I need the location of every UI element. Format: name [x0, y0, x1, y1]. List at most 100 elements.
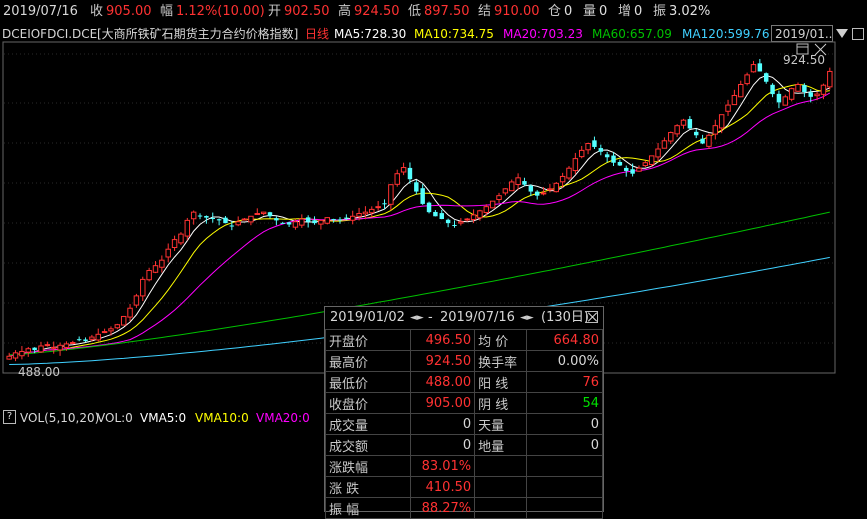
candle-up — [89, 336, 95, 340]
candle-up — [547, 188, 553, 191]
candle-up — [788, 88, 795, 100]
candle-up — [57, 344, 63, 351]
candle-up — [178, 233, 184, 244]
candle-up — [101, 331, 108, 334]
candle-up — [578, 149, 585, 158]
candle-up — [642, 162, 649, 167]
candle-up — [369, 208, 375, 214]
oi-label: 仓 — [548, 4, 562, 19]
stats-header: 2019/01/02 ◄► - 2019/07/16 ◄► (130日) — [325, 307, 603, 330]
candle-up — [120, 315, 127, 326]
candle-up — [706, 134, 712, 147]
candle-up — [171, 239, 178, 249]
candle-down — [223, 217, 228, 224]
stats-row: 涨 跌 410.50 — [324, 476, 604, 498]
candle-down — [210, 217, 215, 220]
candle-down — [229, 225, 235, 227]
candle-up — [483, 206, 490, 213]
candle-down — [630, 169, 635, 174]
candle-down — [433, 211, 438, 217]
candle-up — [165, 248, 171, 258]
interval-stats-panel[interactable]: 2019/01/02 ◄► - 2019/07/16 ◄► (130日) 开盘价… — [324, 306, 604, 519]
candle-up — [566, 167, 572, 179]
stats-cell-k1: 收盘价 — [324, 392, 412, 414]
stats-row: 收盘价 905.00 阴 线 54 — [324, 392, 604, 414]
inc-value: 0 — [634, 4, 643, 19]
prev-start-arrows-icon[interactable]: ◄► — [410, 307, 424, 329]
oi-value: 0 — [564, 4, 573, 19]
candle-down — [331, 218, 336, 220]
candle-up — [540, 192, 547, 195]
candle-down — [452, 224, 457, 226]
candle-down — [770, 84, 775, 95]
stats-cell-v1: 924.50 — [410, 350, 476, 372]
candle-up — [470, 214, 477, 221]
stats-cell-v1: 0 — [410, 434, 476, 456]
candle-up — [400, 167, 407, 173]
candle-up — [324, 217, 330, 224]
candle-down — [604, 154, 610, 158]
candle-up — [292, 221, 299, 228]
candle-down — [337, 219, 343, 221]
candle-up — [260, 211, 267, 215]
stats-cell-k2 — [474, 455, 527, 477]
prev-end-arrows-icon[interactable]: ◄► — [520, 307, 534, 329]
stats-cell-k2: 均 价 — [474, 329, 527, 351]
vma5-value: VMA5:0 — [140, 411, 187, 425]
candle-up — [668, 132, 674, 142]
candle-up — [63, 343, 70, 348]
stats-cell-v1: 83.01% — [410, 455, 476, 477]
stats-cell-k2: 天量 — [474, 413, 527, 435]
dropdown-triangle-icon[interactable] — [836, 29, 848, 38]
candle-up — [712, 125, 719, 135]
stats-cell-v1: 496.50 — [410, 329, 476, 351]
candle-up — [127, 307, 133, 318]
candle-up — [159, 259, 165, 268]
candle-up — [738, 83, 744, 98]
candle-up — [19, 350, 25, 357]
stats-row: 最高价 924.50 换手率 0.00% — [324, 350, 604, 372]
candle-down — [344, 217, 349, 219]
stats-cell-v1: 88.27% — [410, 497, 476, 519]
candle-up — [241, 218, 248, 221]
candle-up — [299, 218, 305, 226]
candle-up — [375, 206, 381, 209]
candle-up — [814, 93, 820, 97]
candle-down — [439, 213, 444, 220]
stats-row: 最低价 488.00 阳 线 76 — [324, 371, 604, 393]
candle-up — [744, 74, 750, 85]
candle-up — [553, 182, 559, 193]
range-start: 2019/01/02 — [330, 310, 405, 325]
vol-label: 量 — [583, 4, 597, 19]
quote-bar: 2019/07/16 收 905.00 幅 1.12%(10.00) 开 902… — [0, 0, 867, 24]
candle-up — [509, 181, 515, 192]
stats-row: 成交量 0 天量 0 — [324, 413, 604, 435]
candle-down — [445, 219, 451, 224]
stats-cell-v2 — [525, 476, 604, 498]
candle-down — [312, 220, 317, 224]
candle-up — [585, 143, 591, 151]
settle-value: 910.00 — [494, 4, 540, 19]
candle-up — [820, 84, 827, 95]
candle-down — [534, 191, 540, 196]
candle-down — [305, 217, 311, 222]
vma20-value: VMA20:0 — [256, 411, 310, 425]
high-label: 高 — [338, 4, 352, 19]
stats-row: 成交额 0 地量 0 — [324, 434, 604, 456]
stats-row: 振 幅 88.27% — [324, 497, 604, 519]
candle-up — [795, 83, 801, 92]
stats-cell-v1: 488.00 — [410, 371, 476, 393]
candle-down — [407, 167, 413, 180]
amp-label: 振 — [653, 4, 667, 19]
candle-down — [624, 167, 629, 171]
window-restore-icon[interactable] — [852, 28, 864, 40]
panel-close-icon[interactable] — [586, 311, 598, 323]
chart-grid — [4, 53, 834, 344]
candle-up — [12, 352, 19, 359]
settle-label: 结 — [478, 4, 492, 19]
candle-down — [808, 92, 813, 97]
stats-cell-v1: 0 — [410, 413, 476, 435]
candle-up — [572, 158, 579, 172]
candle-up — [44, 344, 51, 347]
candle-down — [592, 140, 597, 147]
